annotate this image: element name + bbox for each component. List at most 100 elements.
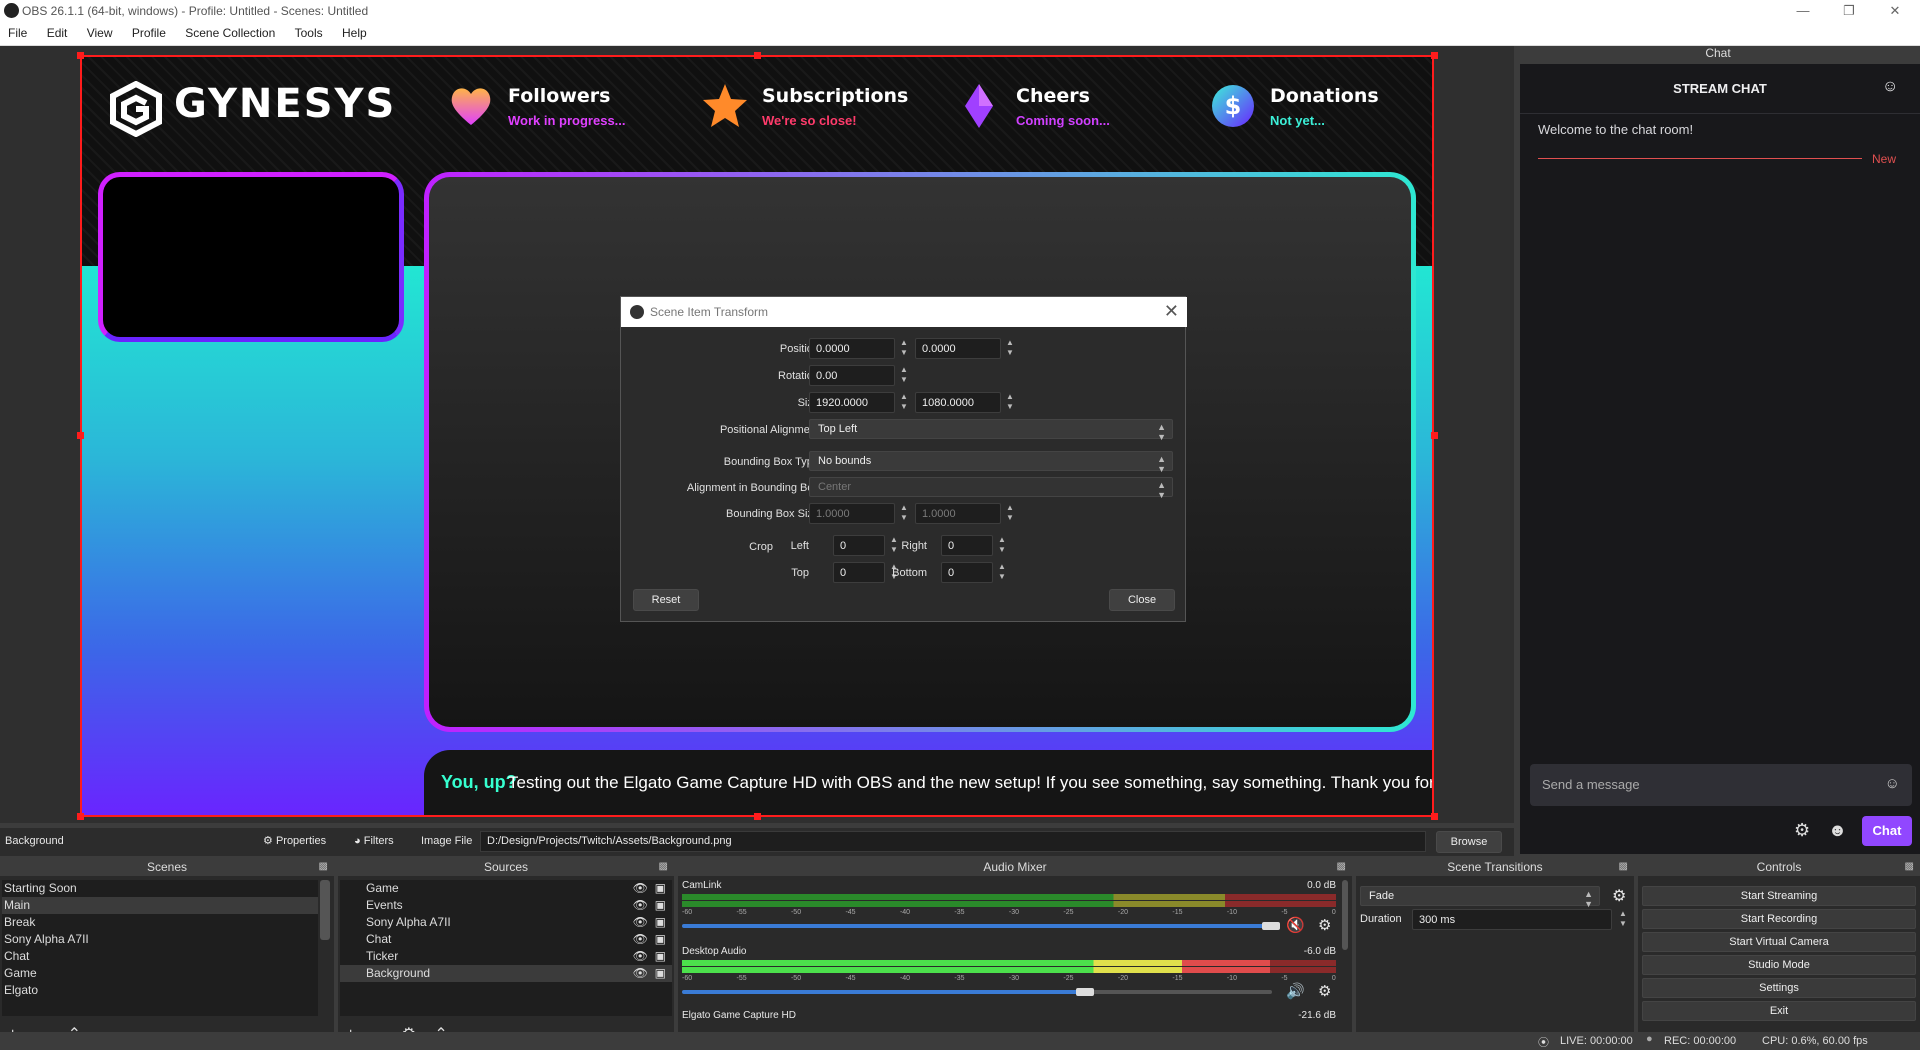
- send-message-input[interactable]: Send a message ☺: [1530, 764, 1912, 806]
- crop-right-input[interactable]: 0: [941, 535, 993, 556]
- minimize-button[interactable]: —: [1780, 0, 1826, 22]
- gear-icon[interactable]: ⚙: [1794, 820, 1810, 841]
- resize-handle[interactable]: [1431, 52, 1438, 59]
- eye-icon[interactable]: 👁: [633, 914, 648, 931]
- eye-icon[interactable]: 👁: [633, 931, 648, 948]
- reset-button[interactable]: Reset: [633, 589, 699, 611]
- scene-item[interactable]: Elgato: [2, 982, 318, 999]
- lock-icon[interactable]: ▣: [655, 948, 666, 965]
- gear-icon[interactable]: ⚙: [1318, 916, 1331, 934]
- size-width-input[interactable]: 1920.0000: [809, 392, 895, 413]
- scene-item[interactable]: Main: [2, 897, 318, 914]
- gear-icon[interactable]: ⚙: [1612, 886, 1626, 906]
- positional-alignment-select[interactable]: Top Left ▲ ▼: [809, 419, 1173, 442]
- lock-icon[interactable]: ▣: [655, 880, 666, 897]
- scene-item[interactable]: Sony Alpha A7II: [2, 931, 318, 948]
- volume-slider-knob[interactable]: [1076, 988, 1094, 996]
- dock-options-icon[interactable]: ▩: [1337, 861, 1346, 872]
- volume-slider-knob[interactable]: [1262, 922, 1280, 930]
- menu-tools[interactable]: Tools: [287, 22, 331, 40]
- scene-item[interactable]: Game: [2, 965, 318, 982]
- crop-top-input[interactable]: 0: [833, 562, 885, 583]
- lock-icon[interactable]: ▣: [655, 897, 666, 914]
- size-height-input[interactable]: 1080.0000: [915, 392, 1001, 413]
- rotation-spin-arrows[interactable]: ▲ ▼: [897, 365, 911, 387]
- browse-button[interactable]: Browse: [1436, 831, 1502, 853]
- volume-slider[interactable]: [682, 990, 1272, 994]
- chat-send-button[interactable]: Chat: [1862, 816, 1912, 846]
- crop-bottom-input[interactable]: 0: [941, 562, 993, 583]
- eye-icon[interactable]: 👁: [633, 948, 648, 965]
- volume-slider[interactable]: [682, 924, 1272, 928]
- resize-handle[interactable]: [77, 432, 84, 439]
- eye-icon[interactable]: 👁: [633, 897, 648, 914]
- resize-handle[interactable]: [77, 813, 84, 820]
- crop-left-spin-arrows[interactable]: ▲ ▼: [887, 535, 901, 557]
- resize-handle[interactable]: [1431, 432, 1438, 439]
- muted-speaker-icon[interactable]: 🔇: [1286, 916, 1305, 934]
- image-file-path-input[interactable]: D:/Design/Projects/Twitch/Assets/Backgro…: [480, 831, 1426, 852]
- lock-icon[interactable]: ▣: [655, 965, 666, 982]
- resize-handle[interactable]: [754, 813, 761, 820]
- dock-options-icon[interactable]: ▩: [659, 861, 668, 872]
- exit-button[interactable]: Exit: [1642, 1001, 1916, 1021]
- scenes-scrollbar[interactable]: [320, 880, 330, 940]
- resize-handle[interactable]: [1431, 813, 1438, 820]
- properties-button[interactable]: ⚙ Properties: [263, 830, 353, 852]
- resize-handle[interactable]: [77, 52, 84, 59]
- crop-left-input[interactable]: 0: [833, 535, 885, 556]
- crop-right-spin-arrows[interactable]: ▲ ▼: [995, 535, 1009, 557]
- scene-item[interactable]: Chat: [2, 948, 318, 965]
- filters-button[interactable]: ◕ Filters: [354, 830, 414, 852]
- start-virtual-camera-button[interactable]: Start Virtual Camera: [1642, 932, 1916, 952]
- lock-icon[interactable]: ▣: [655, 931, 666, 948]
- size-width-spin-arrows[interactable]: ▲ ▼: [897, 392, 911, 414]
- size-height-spin-arrows[interactable]: ▲ ▼: [1003, 392, 1017, 414]
- close-window-button[interactable]: ✕: [1872, 0, 1918, 22]
- position-y-spin-arrows[interactable]: ▲ ▼: [1003, 338, 1017, 360]
- duration-input[interactable]: 300 ms: [1412, 909, 1612, 930]
- lock-icon[interactable]: ▣: [655, 914, 666, 931]
- studio-mode-button[interactable]: Studio Mode: [1642, 955, 1916, 975]
- crop-bottom-spin-arrows[interactable]: ▲ ▼: [995, 562, 1009, 584]
- source-item[interactable]: Ticker 👁 ▣: [340, 948, 672, 965]
- bits-icon[interactable]: ☻: [1828, 820, 1847, 841]
- eye-icon[interactable]: 👁: [633, 965, 648, 982]
- source-item[interactable]: Game 👁 ▣: [340, 880, 672, 897]
- emote-icon[interactable]: ☺: [1885, 775, 1900, 792]
- menu-help[interactable]: Help: [334, 22, 375, 40]
- source-item[interactable]: Sony Alpha A7II 👁 ▣: [340, 914, 672, 931]
- position-x-input[interactable]: 0.0000: [809, 338, 895, 359]
- dock-options-icon[interactable]: ▩: [319, 861, 328, 872]
- menu-file[interactable]: File: [0, 22, 35, 40]
- rotation-input[interactable]: 0.00: [809, 365, 895, 386]
- source-item[interactable]: Chat 👁 ▣: [340, 931, 672, 948]
- bounding-box-type-select[interactable]: No bounds ▲ ▼: [809, 451, 1173, 474]
- menu-scene-collection[interactable]: Scene Collection: [177, 22, 283, 40]
- mixer-scrollbar[interactable]: [1342, 880, 1348, 950]
- dock-options-icon[interactable]: ▩: [1905, 861, 1914, 872]
- settings-button[interactable]: Settings: [1642, 978, 1916, 998]
- dock-options-icon[interactable]: ▩: [1619, 861, 1628, 872]
- resize-handle[interactable]: [754, 52, 761, 59]
- position-y-input[interactable]: 0.0000: [915, 338, 1001, 359]
- speaker-icon[interactable]: 🔊: [1286, 982, 1305, 1000]
- source-item[interactable]: Background 👁 ▣: [340, 965, 672, 982]
- eye-icon[interactable]: 👁: [633, 880, 648, 897]
- gear-icon[interactable]: ⚙: [1318, 982, 1331, 1000]
- start-streaming-button[interactable]: Start Streaming: [1642, 886, 1916, 906]
- scene-item[interactable]: Break: [2, 914, 318, 931]
- dialog-close-icon[interactable]: ✕: [1164, 301, 1179, 322]
- dialog-close-button[interactable]: Close: [1109, 589, 1175, 611]
- menu-edit[interactable]: Edit: [39, 22, 76, 40]
- duration-spin-arrows[interactable]: ▲ ▼: [1616, 909, 1630, 931]
- source-item[interactable]: Events 👁 ▣: [340, 897, 672, 914]
- menu-view[interactable]: View: [79, 22, 121, 40]
- scene-item[interactable]: Starting Soon: [2, 880, 318, 897]
- position-x-spin-arrows[interactable]: ▲ ▼: [897, 338, 911, 360]
- restore-button[interactable]: ❐: [1826, 0, 1872, 22]
- transition-select[interactable]: Fade ▲ ▼: [1360, 886, 1600, 909]
- start-recording-button[interactable]: Start Recording: [1642, 909, 1916, 929]
- community-icon[interactable]: ☺: [1882, 78, 1904, 100]
- menu-profile[interactable]: Profile: [124, 22, 174, 40]
